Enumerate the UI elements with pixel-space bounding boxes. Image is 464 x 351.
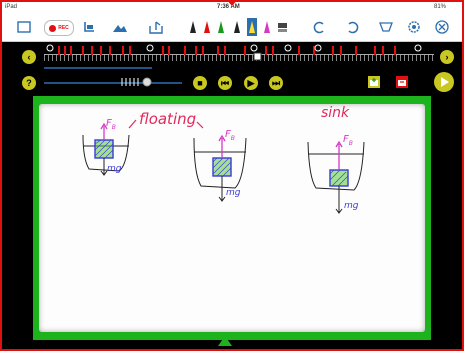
speed-slider[interactable] (2, 72, 202, 94)
pen-blue-icon[interactable] (232, 18, 242, 36)
play-button[interactable] (434, 72, 454, 92)
record-label: REC (58, 25, 69, 31)
undo-icon[interactable] (311, 17, 327, 37)
settings-gear-icon[interactable] (406, 17, 422, 37)
toolbar: REC (2, 13, 462, 42)
mid-buoyant-label: FB (225, 129, 235, 142)
timeline-forward-icon[interactable]: › (440, 50, 454, 64)
right-weight-label: mg (344, 201, 359, 211)
pen-black-icon[interactable] (188, 18, 198, 36)
image-icon[interactable] (112, 17, 128, 37)
device-label: iPad (5, 4, 18, 10)
battery-level: 81% (434, 4, 447, 10)
left-weight-label: mg (107, 164, 122, 174)
stop-icon[interactable]: ■ (193, 76, 207, 90)
whiteboard-frame: floating sink FB mg FB mg FB mg (33, 96, 431, 340)
close-icon[interactable] (434, 17, 450, 37)
import-icon[interactable] (81, 17, 97, 37)
left-buoyant-label: FB (106, 118, 116, 131)
pen-green-icon[interactable] (216, 18, 226, 36)
title-floating: floating (139, 110, 197, 128)
delete-slide-icon[interactable] (396, 76, 408, 88)
timeline-markers (44, 44, 422, 69)
skip-forward-icon[interactable]: ⏭ (269, 76, 283, 90)
pen-magenta-icon[interactable] (262, 18, 272, 36)
add-slide-icon[interactable] (368, 76, 380, 88)
top-pointer-icon (226, 0, 238, 6)
right-buoyant-label: FB (343, 134, 353, 147)
share-icon[interactable] (148, 17, 164, 37)
play-small-icon[interactable]: ▶ (244, 76, 258, 90)
record-dot-icon (49, 24, 57, 32)
mid-weight-label: mg (226, 188, 241, 198)
bottom-pointer-icon (218, 336, 232, 346)
pen-red-icon[interactable] (202, 18, 212, 36)
whiteboard[interactable]: floating sink FB mg FB mg FB mg (39, 104, 425, 332)
record-button[interactable]: REC (44, 20, 74, 36)
lasso-icon[interactable] (377, 17, 395, 37)
eraser-icon[interactable] (277, 18, 287, 36)
new-page-icon[interactable] (16, 17, 32, 37)
pen-selected-icon[interactable] (247, 18, 257, 36)
timeline-strip: ‹ › (2, 42, 462, 72)
label-sink: sink (321, 105, 350, 121)
skip-back-icon[interactable]: ⏮ (218, 76, 232, 90)
app-frame: iPad 7:36 AM 81% REC ‹ › ? ■ ⏮ ▶ ⏭ float… (0, 0, 464, 351)
playback-controls: ? ■ ⏮ ▶ ⏭ (2, 72, 462, 94)
redo-icon[interactable] (345, 17, 361, 37)
